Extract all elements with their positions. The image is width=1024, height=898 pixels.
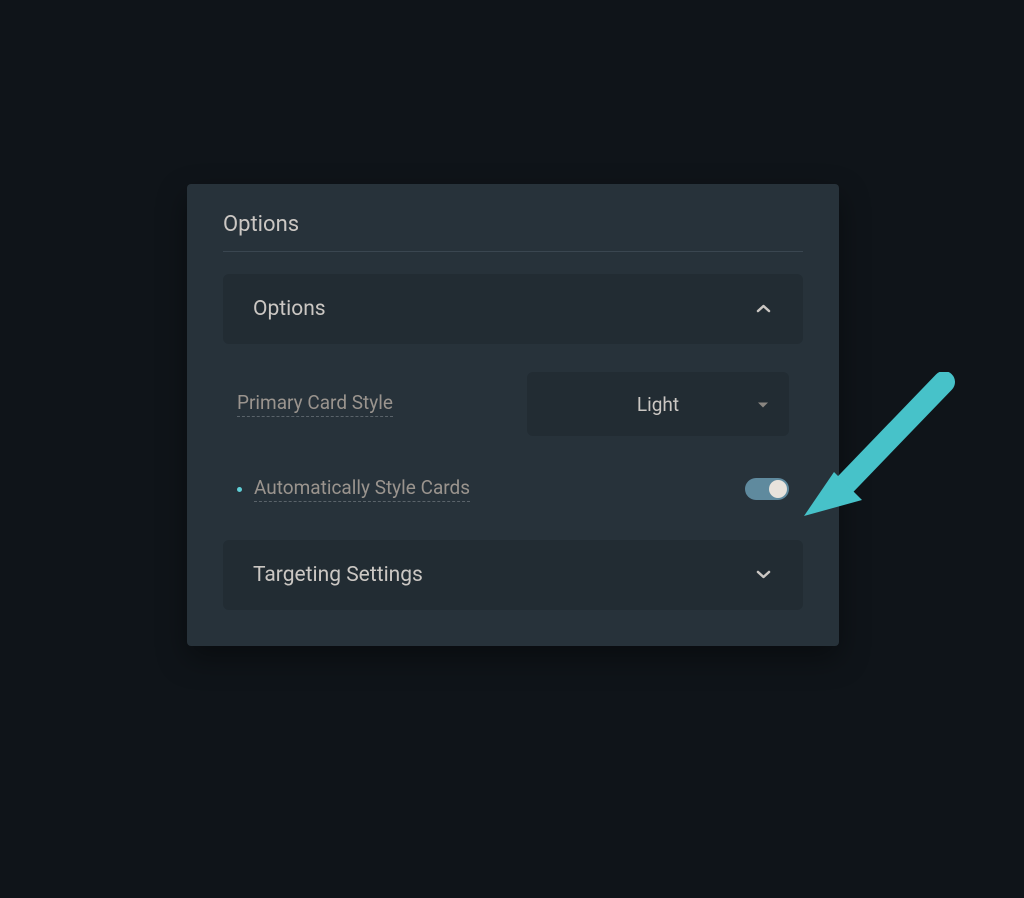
auto-style-label-group: Automatically Style Cards	[237, 476, 470, 502]
chevron-down-icon	[753, 565, 773, 585]
auto-style-label: Automatically Style Cards	[254, 476, 470, 502]
section-label: Targeting Settings	[253, 563, 423, 587]
section-label: Options	[253, 297, 326, 321]
bullet-icon	[237, 487, 242, 492]
chevron-up-icon	[753, 299, 773, 319]
select-value: Light	[637, 393, 679, 416]
auto-style-row: Automatically Style Cards	[237, 476, 789, 502]
section-header-options[interactable]: Options	[223, 274, 803, 344]
options-section-body: Primary Card Style Light Automatically S…	[223, 344, 803, 530]
primary-card-style-label: Primary Card Style	[237, 391, 393, 417]
section-header-targeting[interactable]: Targeting Settings	[223, 540, 803, 610]
panel-title: Options	[223, 212, 803, 237]
options-panel: Options Options Primary Card Style Light	[187, 184, 839, 646]
toggle-knob	[769, 480, 787, 498]
primary-card-style-select[interactable]: Light	[527, 372, 789, 436]
caret-down-icon	[757, 395, 769, 414]
primary-card-style-row: Primary Card Style Light	[237, 372, 789, 436]
auto-style-toggle[interactable]	[745, 478, 789, 500]
title-divider	[223, 251, 803, 252]
